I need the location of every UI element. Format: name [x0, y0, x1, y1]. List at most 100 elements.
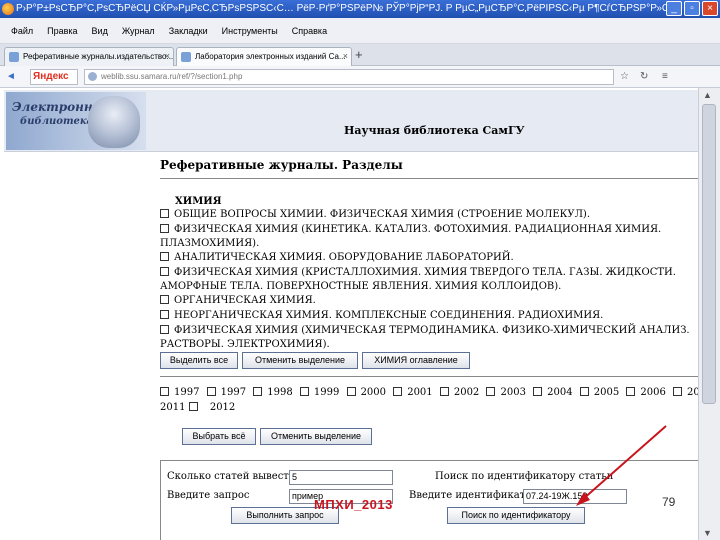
- subject-checkbox[interactable]: [160, 295, 169, 304]
- subject-item: ОРГАНИЧЕСКАЯ ХИМИЯ.: [160, 294, 698, 308]
- year-option[interactable]: 2000: [346, 387, 386, 398]
- deselect-all-button[interactable]: Отменить выделение: [242, 352, 358, 369]
- minimize-button[interactable]: _: [666, 1, 682, 16]
- year-option[interactable]: 2004: [533, 387, 573, 398]
- year-option[interactable]: 1999: [299, 387, 339, 398]
- menu-view[interactable]: Вид: [85, 26, 115, 36]
- year-row: 2011 2012: [160, 402, 698, 413]
- choose-all-button[interactable]: Выбрать всё: [182, 428, 256, 445]
- year-checkbox[interactable]: [253, 387, 263, 396]
- year-checkbox[interactable]: [626, 387, 636, 396]
- window-controls: _ ▫ ×: [666, 1, 718, 16]
- annotation-arrow: [576, 425, 667, 506]
- count-input[interactable]: 5: [289, 470, 393, 485]
- year-label: 2005: [593, 387, 620, 398]
- bookmark-star-icon[interactable]: ☆: [620, 70, 629, 84]
- year-checkbox[interactable]: [673, 387, 683, 396]
- site-header: Электронная библиотека Научная библиотек…: [4, 90, 698, 152]
- year-option[interactable]: 1997: [160, 387, 199, 398]
- year-checkbox[interactable]: [299, 387, 309, 396]
- menu-edit[interactable]: Правка: [40, 26, 84, 36]
- yandex-logo: Яндекс: [33, 71, 69, 82]
- subject-item: АНАЛИТИЧЕСКАЯ ХИМИЯ. ОБОРУДОВАНИЕ ЛАБОРА…: [160, 251, 698, 265]
- subject-item: ОБЩИЕ ВОПРОСЫ ХИМИИ. ФИЗИЧЕСКАЯ ХИМИЯ (С…: [160, 208, 698, 222]
- year-option[interactable]: 2001: [393, 387, 433, 398]
- subject-item: ФИЗИЧЕСКАЯ ХИМИЯ (КИНЕТИКА. КАТАЛИЗ. ФОТ…: [160, 223, 698, 251]
- year-checkbox[interactable]: [393, 387, 403, 396]
- divider: [160, 376, 698, 377]
- year-option[interactable]: 2003: [486, 387, 526, 398]
- tab-lab-publications[interactable]: Лаборатория электронных изданий Са... ×: [176, 47, 352, 66]
- menu-tools[interactable]: Инструменты: [215, 26, 285, 36]
- year-checkbox[interactable]: [486, 387, 496, 396]
- menu-history[interactable]: Журнал: [115, 26, 162, 36]
- back-arrow-icon[interactable]: ◄: [4, 70, 18, 84]
- year-option[interactable]: 1997: [206, 387, 247, 398]
- url-bar[interactable]: weblib.ssu.samara.ru/ref/?/section1.php: [84, 69, 614, 85]
- year-option[interactable]: 2011: [160, 402, 203, 413]
- subject-checkbox[interactable]: [160, 325, 169, 334]
- tab-close-icon[interactable]: ×: [343, 48, 348, 65]
- select-all-button[interactable]: Выделить все: [160, 352, 238, 369]
- subject-checkbox[interactable]: [160, 209, 169, 218]
- subject-item: НЕОРГАНИЧЕСКАЯ ХИМИЯ. КОМПЛЕКСНЫЕ СОЕДИН…: [160, 309, 698, 323]
- subject-label: НЕОРГАНИЧЕСКАЯ ХИМИЯ. КОМПЛЕКСНЫЕ СОЕДИН…: [174, 310, 604, 321]
- subject-item: ФИЗИЧЕСКАЯ ХИМИЯ (КРИСТАЛЛОХИМИЯ. ХИМИЯ …: [160, 266, 698, 294]
- search-by-id-button[interactable]: Поиск по идентификатору: [447, 507, 585, 524]
- window-title: Р›Р°Р±РѕСЂР°С‚РѕСЂРёСЏ СЌР»РµРєС‚СЂРѕРЅР…: [16, 3, 666, 14]
- year-checkbox[interactable]: [346, 387, 356, 396]
- tab-close-icon[interactable]: ×: [165, 48, 170, 65]
- year-checkbox[interactable]: [579, 387, 589, 396]
- year-checkbox[interactable]: [206, 387, 216, 396]
- year-label: 2007: [687, 387, 698, 398]
- year-option[interactable]: 2006: [626, 387, 666, 398]
- subject-checkbox[interactable]: [160, 267, 169, 276]
- arrow-shaft: [581, 425, 667, 501]
- scroll-down-icon[interactable]: ▼: [703, 528, 712, 538]
- tab-ref-journals[interactable]: Реферативные журналы.издательство... ×: [4, 47, 174, 66]
- restore-button[interactable]: ▫: [684, 1, 700, 16]
- subject-label: ОРГАНИЧЕСКАЯ ХИМИЯ.: [174, 295, 316, 306]
- deselect-years-button[interactable]: Отменить выделение: [260, 428, 372, 445]
- year-option[interactable]: 2005: [579, 387, 620, 398]
- subject-checkbox[interactable]: [160, 252, 169, 261]
- reload-icon[interactable]: ↻: [640, 70, 648, 84]
- year-checkbox[interactable]: [188, 402, 198, 411]
- year-checkbox[interactable]: [160, 387, 169, 396]
- chemistry-toc-button[interactable]: ХИМИЯ оглавление: [362, 352, 470, 369]
- menu-help[interactable]: Справка: [285, 26, 334, 36]
- year-option[interactable]: 2002: [439, 387, 479, 398]
- subject-checkbox[interactable]: [160, 224, 169, 233]
- count-label: Сколько статей вывести :: [167, 471, 303, 482]
- year-option[interactable]: 1998: [253, 387, 293, 398]
- logo-line2: библиотека: [20, 116, 94, 127]
- scrollbar-thumb[interactable]: [702, 104, 716, 404]
- scroll-up-icon[interactable]: ▲: [703, 90, 712, 100]
- bookmarks-menu-icon[interactable]: ≡: [662, 70, 668, 84]
- year-option[interactable]: 2012: [210, 402, 235, 413]
- vertical-scrollbar[interactable]: ▲ ▼: [698, 88, 720, 540]
- year-option[interactable]: 2007: [673, 387, 698, 398]
- url-text: weblib.ssu.samara.ru/ref/?/section1.php: [101, 72, 243, 81]
- id-label: Введите идентификатор: [409, 490, 538, 501]
- subject-item: ФИЗИЧЕСКАЯ ХИМИЯ (ХИМИЧЕСКАЯ ТЕРМОДИНАМИ…: [160, 324, 698, 352]
- site-identity-icon[interactable]: [88, 72, 97, 81]
- tab-label: Реферативные журналы.издательство...: [23, 52, 174, 61]
- year-label: 2003: [500, 387, 526, 398]
- page-content: Электронная библиотека Научная библиотек…: [0, 88, 698, 540]
- library-logo[interactable]: Электронная библиотека: [6, 92, 146, 150]
- close-window-button[interactable]: ×: [702, 1, 718, 16]
- year-checkbox[interactable]: [439, 387, 449, 396]
- subject-label: АНАЛИТИЧЕСКАЯ ХИМИЯ. ОБОРУДОВАНИЕ ЛАБОРА…: [174, 252, 514, 263]
- tab-favicon-icon: [9, 52, 19, 62]
- subject-checkbox[interactable]: [160, 310, 169, 319]
- yandex-search-box[interactable]: Яндекс: [30, 69, 78, 85]
- new-tab-button[interactable]: +: [355, 48, 363, 62]
- year-label: 2006: [640, 387, 666, 398]
- year-label: 1997: [220, 387, 247, 398]
- year-checkbox[interactable]: [533, 387, 543, 396]
- menu-file[interactable]: Файл: [4, 26, 40, 36]
- tab-favicon-icon: [181, 52, 191, 62]
- menu-bookmarks[interactable]: Закладки: [162, 26, 215, 36]
- portrait-image: [88, 96, 140, 148]
